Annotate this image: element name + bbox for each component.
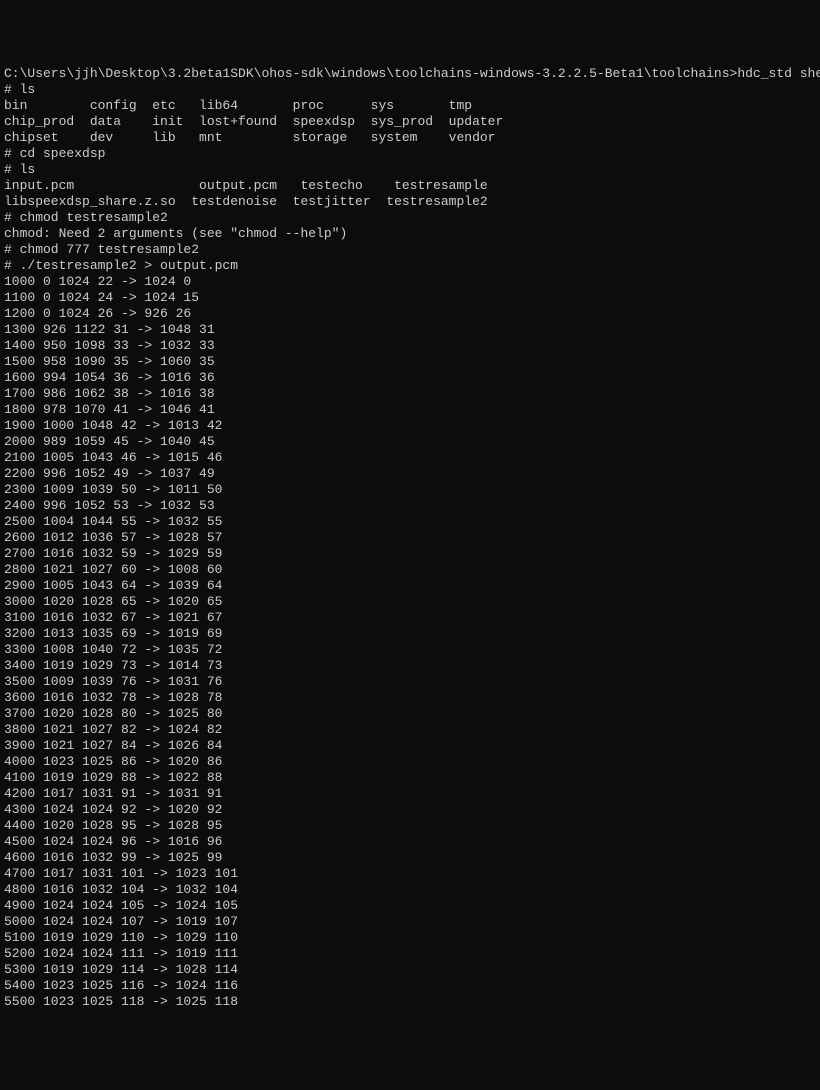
terminal-line: 3400 1019 1029 73 -> 1014 73 (4, 658, 816, 674)
terminal-line: 5100 1019 1029 110 -> 1029 110 (4, 930, 816, 946)
terminal-line: 4100 1019 1029 88 -> 1022 88 (4, 770, 816, 786)
terminal-line: 2400 996 1052 53 -> 1032 53 (4, 498, 816, 514)
terminal-line: 2800 1021 1027 60 -> 1008 60 (4, 562, 816, 578)
terminal-line: 5200 1024 1024 111 -> 1019 111 (4, 946, 816, 962)
terminal-line: chipset dev lib mnt storage system vendo… (4, 130, 816, 146)
terminal-line: 1200 0 1024 26 -> 926 26 (4, 306, 816, 322)
terminal-line: # ./testresample2 > output.pcm (4, 258, 816, 274)
terminal-line: 1300 926 1122 31 -> 1048 31 (4, 322, 816, 338)
terminal-line: chip_prod data init lost+found speexdsp … (4, 114, 816, 130)
terminal-line: 4500 1024 1024 96 -> 1016 96 (4, 834, 816, 850)
terminal-line: 4700 1017 1031 101 -> 1023 101 (4, 866, 816, 882)
terminal-line: chmod: Need 2 arguments (see "chmod --he… (4, 226, 816, 242)
terminal-line: 2000 989 1059 45 -> 1040 45 (4, 434, 816, 450)
terminal-line: C:\Users\jjh\Desktop\3.2beta1SDK\ohos-sd… (4, 66, 816, 82)
terminal-line: # ls (4, 82, 816, 98)
terminal-line: 5000 1024 1024 107 -> 1019 107 (4, 914, 816, 930)
terminal-line: 2300 1009 1039 50 -> 1011 50 (4, 482, 816, 498)
terminal-line: 4200 1017 1031 91 -> 1031 91 (4, 786, 816, 802)
terminal-line: input.pcm output.pcm testecho testresamp… (4, 178, 816, 194)
terminal-line: 1700 986 1062 38 -> 1016 38 (4, 386, 816, 402)
terminal-line: bin config etc lib64 proc sys tmp (4, 98, 816, 114)
terminal-line: 1900 1000 1048 42 -> 1013 42 (4, 418, 816, 434)
terminal-line: # cd speexdsp (4, 146, 816, 162)
terminal-line: 3200 1013 1035 69 -> 1019 69 (4, 626, 816, 642)
terminal-line: 1400 950 1098 33 -> 1032 33 (4, 338, 816, 354)
terminal-line: # chmod testresample2 (4, 210, 816, 226)
terminal-line: 2700 1016 1032 59 -> 1029 59 (4, 546, 816, 562)
terminal-line: 3100 1016 1032 67 -> 1021 67 (4, 610, 816, 626)
terminal-line: 3800 1021 1027 82 -> 1024 82 (4, 722, 816, 738)
terminal-line: libspeexdsp_share.z.so testdenoise testj… (4, 194, 816, 210)
terminal-line: 5400 1023 1025 116 -> 1024 116 (4, 978, 816, 994)
terminal-line: 2600 1012 1036 57 -> 1028 57 (4, 530, 816, 546)
terminal-line: 2100 1005 1043 46 -> 1015 46 (4, 450, 816, 466)
terminal-line: 2200 996 1052 49 -> 1037 49 (4, 466, 816, 482)
terminal-line: 4800 1016 1032 104 -> 1032 104 (4, 882, 816, 898)
terminal-line: # chmod 777 testresample2 (4, 242, 816, 258)
terminal-line: 2500 1004 1044 55 -> 1032 55 (4, 514, 816, 530)
terminal-line: 3300 1008 1040 72 -> 1035 72 (4, 642, 816, 658)
terminal-line: # ls (4, 162, 816, 178)
terminal-line: 1600 994 1054 36 -> 1016 36 (4, 370, 816, 386)
terminal-line: 5300 1019 1029 114 -> 1028 114 (4, 962, 816, 978)
terminal-line: 3900 1021 1027 84 -> 1026 84 (4, 738, 816, 754)
terminal-line: 5500 1023 1025 118 -> 1025 118 (4, 994, 816, 1010)
terminal-line: 1100 0 1024 24 -> 1024 15 (4, 290, 816, 306)
terminal-line: 4000 1023 1025 86 -> 1020 86 (4, 754, 816, 770)
terminal-line: 3500 1009 1039 76 -> 1031 76 (4, 674, 816, 690)
terminal-line: 3600 1016 1032 78 -> 1028 78 (4, 690, 816, 706)
terminal-line: 3000 1020 1028 65 -> 1020 65 (4, 594, 816, 610)
terminal-line: 4300 1024 1024 92 -> 1020 92 (4, 802, 816, 818)
terminal-line: 2900 1005 1043 64 -> 1039 64 (4, 578, 816, 594)
terminal-output[interactable]: C:\Users\jjh\Desktop\3.2beta1SDK\ohos-sd… (4, 66, 816, 1010)
terminal-line: 1000 0 1024 22 -> 1024 0 (4, 274, 816, 290)
terminal-line: 3700 1020 1028 80 -> 1025 80 (4, 706, 816, 722)
terminal-line: 4900 1024 1024 105 -> 1024 105 (4, 898, 816, 914)
terminal-line: 4600 1016 1032 99 -> 1025 99 (4, 850, 816, 866)
terminal-line: 1800 978 1070 41 -> 1046 41 (4, 402, 816, 418)
terminal-line: 4400 1020 1028 95 -> 1028 95 (4, 818, 816, 834)
terminal-line: 1500 958 1090 35 -> 1060 35 (4, 354, 816, 370)
